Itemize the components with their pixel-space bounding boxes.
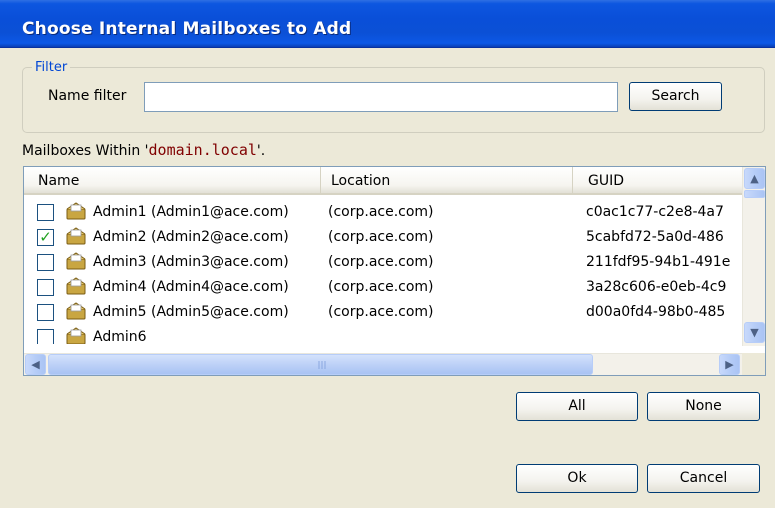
mailbox-icon — [66, 277, 86, 295]
mailbox-email: (Admin1@ace.com) — [150, 204, 289, 220]
horizontal-scrollbar[interactable]: ◀ ▶ — [24, 353, 765, 375]
mailboxes-caption: Mailboxes Within 'domain.local'. — [22, 141, 265, 159]
mailbox-location: (corp.ace.com) — [328, 204, 434, 220]
mailbox-location: (corp.ace.com) — [328, 254, 434, 270]
list-item[interactable]: Admin3 (Admin3@ace.com) (corp.ace.com) 2… — [24, 250, 742, 275]
name-filter-input[interactable] — [144, 82, 618, 112]
filter-legend: Filter — [32, 60, 71, 75]
mailbox-location: (corp.ace.com) — [328, 279, 434, 295]
mailbox-icon — [66, 252, 86, 270]
mailbox-name: Admin4 — [93, 279, 147, 295]
scroll-down-icon[interactable]: ▼ — [744, 322, 765, 343]
mailbox-icon — [66, 302, 86, 320]
mailbox-list[interactable]: Name Location GUID Admin1 (Admin1@ace.co… — [23, 166, 766, 376]
name-filter-label: Name filter — [48, 88, 127, 104]
search-button[interactable]: Search — [629, 82, 722, 111]
mailbox-name-cell: Admin4 (Admin4@ace.com) — [93, 279, 289, 295]
vertical-scroll-thumb[interactable] — [744, 190, 765, 198]
title-bar[interactable]: Choose Internal Mailboxes to Add — [0, 0, 775, 48]
row-checkbox[interactable] — [37, 254, 54, 271]
ok-button[interactable]: Ok — [516, 464, 638, 493]
vertical-scrollbar[interactable]: ▲ ▼ — [742, 167, 765, 346]
mailbox-name: Admin2 — [93, 229, 147, 245]
select-all-button[interactable]: All — [516, 392, 638, 421]
row-checkbox[interactable]: ✓ — [37, 229, 54, 246]
window-title: Choose Internal Mailboxes to Add — [22, 19, 352, 39]
mailbox-guid: 3a28c606-e0eb-4c9 — [586, 279, 727, 295]
domain-name: domain.local — [148, 141, 257, 159]
caption-suffix: '. — [256, 143, 266, 159]
mailbox-icon — [66, 227, 86, 245]
mailbox-name: Admin1 — [93, 204, 147, 220]
column-header-guid[interactable]: GUID — [573, 167, 742, 193]
mailbox-location: (corp.ace.com) — [328, 229, 434, 245]
list-item[interactable]: ✓ Admin2 (Admin2@ace.com) (corp.ace.com)… — [24, 225, 742, 250]
row-checkbox[interactable] — [37, 329, 54, 344]
grip-icon — [318, 361, 326, 369]
mailbox-location: (corp.ace.com) — [328, 304, 434, 320]
mailbox-name: Admin5 — [93, 304, 147, 320]
list-item[interactable]: Admin4 (Admin4@ace.com) (corp.ace.com) 3… — [24, 275, 742, 300]
row-checkbox[interactable] — [37, 304, 54, 321]
mailbox-name-cell: Admin3 (Admin3@ace.com) — [93, 254, 289, 270]
scroll-left-icon[interactable]: ◀ — [25, 354, 46, 375]
mailbox-guid: c0ac1c77-c2e8-4a7 — [586, 204, 724, 220]
mailbox-icon — [66, 327, 86, 344]
column-header-location[interactable]: Location — [321, 167, 573, 193]
scroll-right-icon[interactable]: ▶ — [719, 354, 740, 375]
mailbox-name-cell: Admin1 (Admin1@ace.com) — [93, 204, 289, 220]
mailbox-guid: 5cabfd72-5a0d-486 — [586, 229, 724, 245]
row-checkbox[interactable] — [37, 204, 54, 221]
scrollbar-corner — [742, 353, 765, 375]
scroll-up-icon[interactable]: ▲ — [744, 168, 765, 189]
mailbox-email: (Admin2@ace.com) — [150, 229, 289, 245]
mailbox-icon — [66, 202, 86, 220]
row-checkbox[interactable] — [37, 279, 54, 296]
select-none-button[interactable]: None — [647, 392, 760, 421]
mailbox-name: Admin6 — [93, 329, 147, 344]
mailbox-email: (Admin5@ace.com) — [150, 304, 289, 320]
mailbox-name-cell: Admin2 (Admin2@ace.com) — [93, 229, 289, 245]
list-item[interactable]: Admin5 (Admin5@ace.com) (corp.ace.com) d… — [24, 300, 742, 325]
cancel-button[interactable]: Cancel — [647, 464, 760, 493]
caption-prefix: Mailboxes Within ' — [22, 143, 149, 159]
mailbox-name-cell: Admin6 — [93, 329, 147, 344]
mailbox-email: (Admin3@ace.com) — [150, 254, 289, 270]
column-header-name[interactable]: Name — [24, 167, 321, 193]
mailbox-guid: 211fdf95-94b1-491e — [586, 254, 731, 270]
list-header: Name Location GUID — [24, 167, 742, 195]
list-item[interactable]: Admin6 — [24, 325, 742, 344]
mailbox-name: Admin3 — [93, 254, 147, 270]
list-item[interactable]: Admin1 (Admin1@ace.com) (corp.ace.com) c… — [24, 200, 742, 225]
list-rows: Admin1 (Admin1@ace.com) (corp.ace.com) c… — [24, 197, 742, 344]
mailbox-email: (Admin4@ace.com) — [150, 279, 289, 295]
mailbox-name-cell: Admin5 (Admin5@ace.com) — [93, 304, 289, 320]
mailbox-guid: d00a0fd4-98b0-485 — [586, 304, 726, 320]
horizontal-scroll-thumb[interactable] — [48, 354, 593, 375]
